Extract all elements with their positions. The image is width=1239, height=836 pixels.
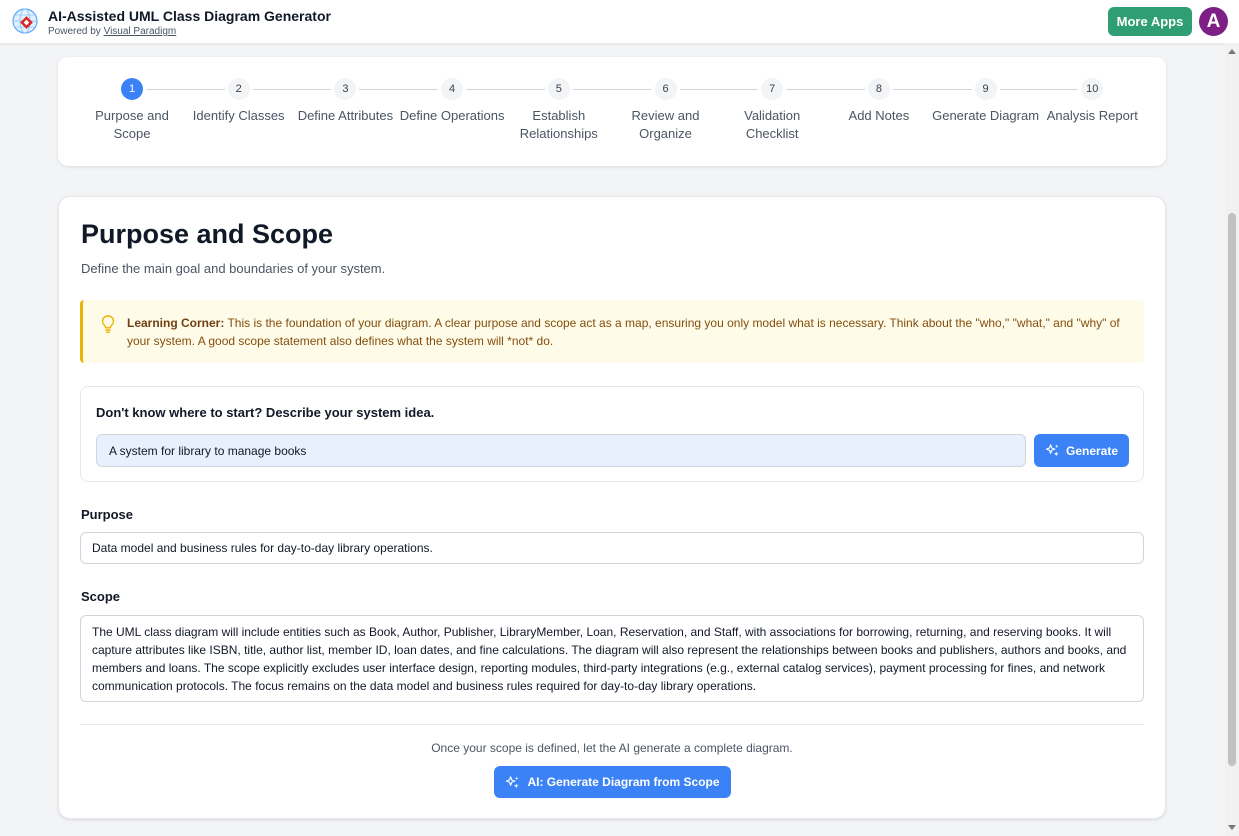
step-number: 5 <box>547 78 570 100</box>
step-item[interactable]: 2 Identify Classes <box>184 78 294 125</box>
scroll-down-arrow-icon[interactable] <box>1228 825 1236 830</box>
step-item[interactable]: 9 Generate Diagram <box>931 78 1041 125</box>
step-item[interactable]: 5 Establish Relationships <box>504 78 614 143</box>
step-label: Validation Checklist <box>744 108 801 141</box>
generate-button[interactable]: Generate <box>1034 434 1129 467</box>
scope-label: Scope <box>81 589 121 604</box>
page-title: Purpose and Scope <box>81 219 334 249</box>
page-scrollbar[interactable] <box>1225 43 1239 836</box>
learning-corner: Learning Corner: This is the foundation … <box>80 300 1144 363</box>
scroll-up-arrow-icon[interactable] <box>1228 49 1236 54</box>
step-label: Review and Organize <box>631 108 700 141</box>
step-number: 1 <box>121 78 143 100</box>
scroll-thumb[interactable] <box>1228 213 1236 766</box>
footer-note: Once your scope is defined, let the AI g… <box>431 741 793 755</box>
powered-by: Powered by Visual Paradigm <box>48 26 176 37</box>
step-label: Purpose and Scope <box>95 108 169 141</box>
purpose-label: Purpose <box>81 507 134 522</box>
step-item[interactable]: 6 Review and Organize <box>611 78 721 143</box>
step-item[interactable]: 3 Define Attributes <box>290 78 400 125</box>
step-item[interactable]: 8 Add Notes <box>824 78 934 125</box>
main-card: Purpose and Scope Define the main goal a… <box>58 196 1166 819</box>
step-number: 6 <box>654 78 677 100</box>
avatar[interactable]: A <box>1199 7 1228 36</box>
step-item[interactable]: 7 Validation Checklist <box>717 78 827 143</box>
more-apps-button[interactable]: More Apps <box>1108 7 1192 36</box>
idea-title: Don't know where to start? Describe your… <box>96 405 435 420</box>
ai-generate-diagram-button[interactable]: AI: Generate Diagram from Scope <box>494 766 731 798</box>
step-label: Define Attributes <box>297 108 394 123</box>
step-label: Define Operations <box>399 108 505 123</box>
learning-heading: Learning Corner: <box>127 316 225 330</box>
step-label: Establish Relationships <box>519 108 598 141</box>
visual-paradigm-link[interactable]: Visual Paradigm <box>104 26 177 37</box>
step-number: 10 <box>1081 78 1104 100</box>
divider <box>80 724 1144 725</box>
generate-label: Generate <box>1065 443 1119 458</box>
sparkles-icon <box>506 775 520 788</box>
learning-body: This is the foundation of your diagram. … <box>127 316 1120 348</box>
app-logo-icon <box>12 8 38 34</box>
step-label: Add Notes <box>848 108 910 123</box>
step-item[interactable]: 4 Define Operations <box>397 78 507 125</box>
step-number: 4 <box>441 78 464 100</box>
step-label: Analysis Report <box>1046 108 1138 123</box>
step-number: 7 <box>761 78 784 100</box>
step-number: 8 <box>867 78 890 100</box>
step-number: 3 <box>334 78 357 100</box>
step-item[interactable]: 10 Analysis Report <box>1037 78 1147 125</box>
sparkles-icon <box>1045 444 1059 457</box>
lightbulb-icon <box>101 315 115 333</box>
top-bar: AI-Assisted UML Class Diagram Generator … <box>0 0 1239 44</box>
ai-button-label: AI: Generate Diagram from Scope <box>527 775 720 789</box>
page-subtitle: Define the main goal and boundaries of y… <box>81 261 386 276</box>
step-number: 2 <box>227 78 250 100</box>
purpose-input[interactable]: Data model and business rules for day-to… <box>80 532 1144 564</box>
app-title: AI-Assisted UML Class Diagram Generator <box>48 8 331 24</box>
step-label: Generate Diagram <box>932 108 1040 123</box>
step-label: Identify Classes <box>192 108 285 123</box>
stepper: 1 Purpose and Scope 2 Identify Classes 3 Defi… <box>58 57 1166 166</box>
scope-textarea[interactable]: The UML class diagram will include entit… <box>80 615 1144 702</box>
idea-box: Don't know where to start? Describe your… <box>80 386 1144 482</box>
step-number: 9 <box>974 78 997 100</box>
step-item[interactable]: 1 Purpose and Scope <box>77 78 187 143</box>
learning-text: Learning Corner: This is the foundation … <box>127 314 1127 350</box>
powered-prefix: Powered by <box>48 26 101 37</box>
system-idea-input[interactable]: A system for library to manage books <box>96 434 1026 467</box>
